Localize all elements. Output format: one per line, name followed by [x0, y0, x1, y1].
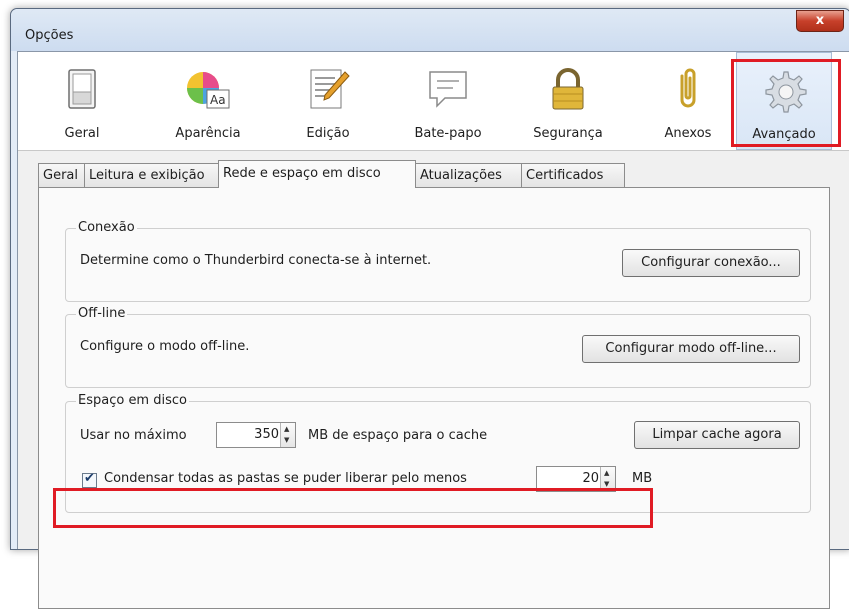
- compact-checkbox[interactable]: ✔: [82, 471, 97, 488]
- configure-connection-button[interactable]: Configurar conexão...: [622, 249, 800, 277]
- configure-offline-button[interactable]: Configurar modo off-line...: [582, 335, 800, 363]
- title-bar[interactable]: Opções x: [11, 9, 849, 51]
- cache-size-spinner[interactable]: 350 ▲ ▼: [216, 422, 296, 448]
- dialog-content: Geral Aa Aparência Edição Bate-papo Segu…: [17, 51, 849, 609]
- pane-label: Anexos: [664, 126, 712, 141]
- connection-group: Conexão Determine como o Thunderbird con…: [65, 220, 811, 302]
- pane-label: Bate-papo: [414, 126, 482, 141]
- compact-unit-label: MB: [632, 471, 653, 486]
- highlight-avancado: [731, 59, 841, 147]
- color-wheel-icon: Aa: [187, 72, 230, 109]
- pane-bate-papo[interactable]: Bate-papo: [398, 52, 498, 150]
- arrow-down-icon[interactable]: ▼: [284, 437, 289, 444]
- paperclip-icon: [680, 68, 696, 108]
- arrow-up-icon[interactable]: ▲: [284, 426, 289, 433]
- connection-legend: Conexão: [76, 220, 137, 235]
- tab-leitura-exibicao[interactable]: Leitura e exibição: [84, 163, 219, 187]
- svg-text:Aa: Aa: [210, 93, 226, 107]
- pane-anexos[interactable]: Anexos: [648, 52, 728, 150]
- tab-panel: Conexão Determine como o Thunderbird con…: [38, 187, 830, 609]
- pane-aparencia[interactable]: Aa Aparência: [158, 52, 258, 150]
- highlight-compact-option: [53, 488, 653, 528]
- cache-size-value: 350: [254, 427, 279, 442]
- connection-description: Determine como o Thunderbird conecta-se …: [80, 253, 432, 268]
- tab-atualizacoes[interactable]: Atualizações: [415, 163, 523, 187]
- checkmark-icon: ✔: [84, 471, 95, 486]
- padlock-icon: [552, 68, 584, 110]
- clear-cache-button[interactable]: Limpar cache agora: [634, 421, 800, 449]
- disk-legend: Espaço em disco: [76, 393, 189, 408]
- pane-seguranca[interactable]: Segurança: [518, 52, 618, 150]
- window-title: Opções: [25, 28, 74, 43]
- switch-icon: [68, 69, 96, 109]
- cache-suffix-label: MB de espaço para o cache: [308, 428, 488, 443]
- document-pencil-icon: [310, 69, 350, 109]
- pane-label: Edição: [306, 126, 350, 141]
- pane-toolbar: Geral Aa Aparência Edição Bate-papo Segu…: [18, 52, 849, 151]
- options-window: Opções x Geral Aa Aparência Edição Bate-…: [10, 8, 849, 609]
- arrow-down-icon[interactable]: ▼: [604, 481, 609, 488]
- spinner-arrows[interactable]: ▲ ▼: [280, 423, 295, 447]
- tab-geral[interactable]: Geral: [38, 163, 86, 187]
- compact-label[interactable]: Condensar todas as pastas se puder liber…: [104, 471, 467, 486]
- pane-label: Segurança: [533, 126, 603, 141]
- pane-label: Geral: [64, 126, 100, 141]
- chat-bubble-icon: [429, 71, 467, 108]
- max-usage-label: Usar no máximo: [80, 428, 187, 443]
- tab-rede-espaco-disco[interactable]: Rede e espaço em disco: [218, 160, 416, 188]
- offline-legend: Off-line: [76, 306, 128, 321]
- offline-group: Off-line Configure o modo off-line. Conf…: [65, 306, 811, 388]
- offline-description: Configure o modo off-line.: [80, 339, 250, 354]
- pane-label: Aparência: [175, 126, 241, 141]
- arrow-up-icon[interactable]: ▲: [604, 470, 609, 477]
- tab-certificados[interactable]: Certificados: [521, 163, 625, 187]
- pane-edicao[interactable]: Edição: [288, 52, 368, 150]
- pane-geral[interactable]: Geral: [48, 52, 116, 150]
- close-button[interactable]: x: [796, 10, 844, 32]
